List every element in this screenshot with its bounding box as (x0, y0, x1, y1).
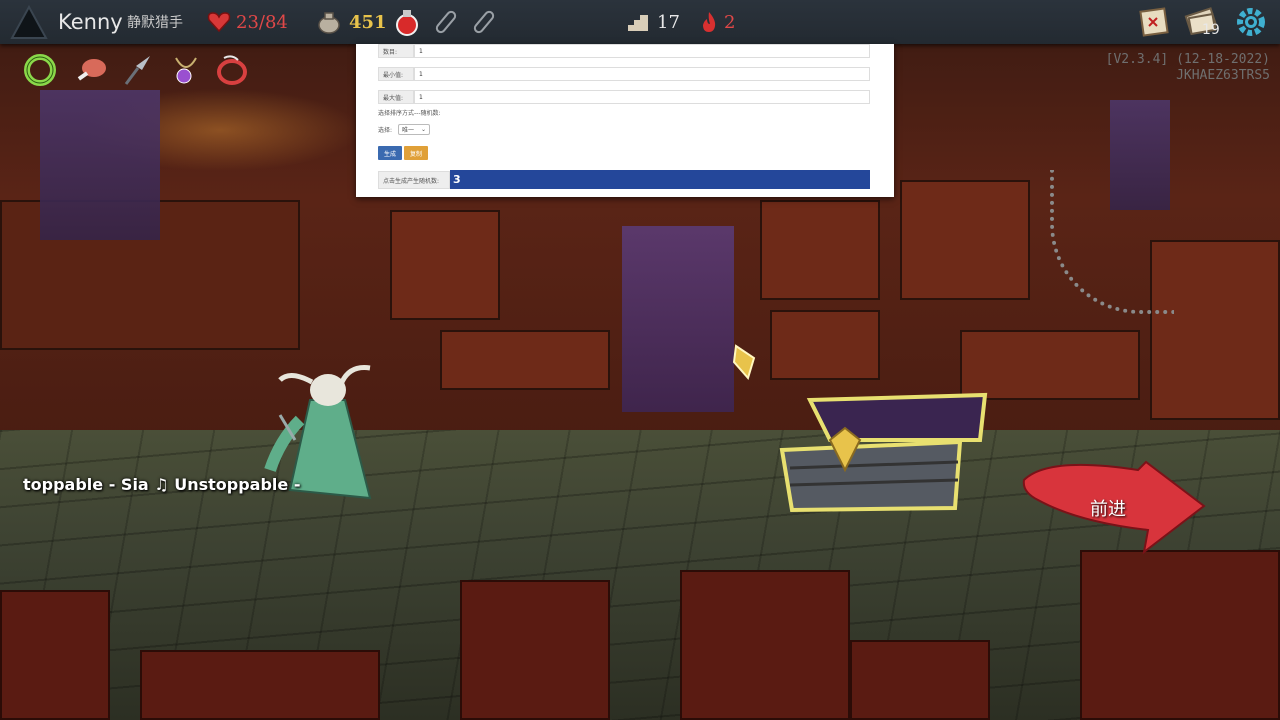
hp-value: 23/84 (236, 11, 288, 33)
select-row: 选择: 唯一 ⌄ (378, 124, 431, 135)
sort-hint: 选择排序方式---随机数: (378, 110, 441, 117)
empty-potion-icon (473, 10, 495, 34)
seed-line: JKHAEZ63TRS5 (1176, 68, 1270, 83)
result-value: 3 (450, 170, 870, 189)
empty-potion-icon (435, 10, 457, 34)
copy-button[interactable]: 复制 (404, 146, 428, 160)
chevron-down-icon: ⌄ (421, 126, 427, 133)
generate-button[interactable]: 生成 (378, 146, 402, 160)
map-button[interactable] (1138, 0, 1170, 44)
min-row: 最小值: 1 (378, 67, 870, 81)
hp-display[interactable]: 23/84 (207, 0, 288, 44)
wall-block (390, 210, 500, 320)
map-icon (1139, 7, 1169, 37)
player-name: Kenny (58, 10, 123, 34)
select-dropdown[interactable]: 唯一 ⌄ (398, 124, 431, 135)
ascension-display[interactable]: 2 (698, 0, 735, 44)
random-number-form: 数目: 1 最小值: 1 最大值: 1 选择排序方式---随机数: 选择: 唯一… (356, 44, 894, 197)
potion-slot-3[interactable] (470, 0, 498, 44)
wall-block (770, 310, 880, 380)
meat-relic-icon[interactable] (74, 52, 110, 88)
fence-post (460, 580, 610, 720)
fence-post (680, 570, 850, 720)
fence-post (1080, 550, 1280, 720)
heart-icon (207, 12, 231, 33)
silent-hunter-icon (10, 4, 48, 39)
min-input[interactable]: 1 (414, 67, 870, 81)
gem-icon (732, 344, 756, 381)
wall-block (760, 200, 880, 300)
music-subtitle: toppable - Sia ♫ Unstoppable - (0, 474, 340, 496)
character-portrait (10, 0, 48, 44)
version-line: [V2.3.4] (12-18-2022) (1105, 52, 1270, 67)
select-label: 选择: (378, 127, 393, 134)
ascension-value: 2 (724, 11, 736, 33)
count-row: 数目: 1 (378, 44, 870, 58)
amulet-relic-icon[interactable] (168, 52, 204, 88)
kunai-relic-icon[interactable] (120, 52, 156, 88)
wall-block (900, 180, 1030, 300)
max-label: 最大值: (378, 90, 414, 104)
gold-pouch-icon (318, 12, 340, 34)
count-input[interactable]: 1 (414, 44, 870, 58)
fence-post (140, 650, 380, 720)
fence-post (850, 640, 990, 720)
deck-count: 19 (1202, 22, 1220, 38)
version-info: [V2.3.4] (12-18-2022) JKHAEZ63TRS5 (1106, 52, 1270, 84)
player-class: 静默猎手 (127, 15, 183, 31)
wall-banner (40, 90, 160, 240)
max-input[interactable]: 1 (414, 90, 870, 104)
result-label: 点击生成产生随机数: (378, 171, 450, 189)
stairs-icon (628, 15, 648, 31)
ring-relic-icon[interactable] (22, 52, 58, 88)
min-label: 最小值: (378, 67, 414, 81)
floor-display[interactable]: 17 (626, 0, 680, 44)
ascension-flame-icon (703, 12, 716, 32)
red-ring-relic-icon[interactable] (214, 52, 250, 88)
treasure-chest[interactable] (770, 380, 1010, 520)
proceed-label[interactable]: 前进 (1090, 495, 1126, 521)
gold-display[interactable]: 451 (316, 0, 387, 44)
max-row: 最大值: 1 (378, 90, 870, 104)
fence-post (0, 590, 110, 720)
wall-block (440, 330, 610, 390)
gold-value: 451 (349, 11, 387, 33)
settings-button[interactable] (1234, 0, 1268, 44)
music-subtitle-text: toppable - Sia ♫ Unstoppable - (23, 475, 301, 494)
potion-slot-2[interactable] (432, 0, 460, 44)
select-value: 唯一 (402, 127, 415, 134)
potion-slot-1[interactable] (392, 0, 422, 44)
floor-value: 17 (657, 11, 680, 33)
count-label: 数目: (378, 44, 414, 58)
dungeon-doorway (622, 226, 734, 412)
red-potion-icon (396, 10, 418, 36)
gear-icon (1237, 8, 1265, 36)
top-status-bar: Kenny 静默猎手 23/84 451 17 2 19 (0, 0, 1280, 44)
